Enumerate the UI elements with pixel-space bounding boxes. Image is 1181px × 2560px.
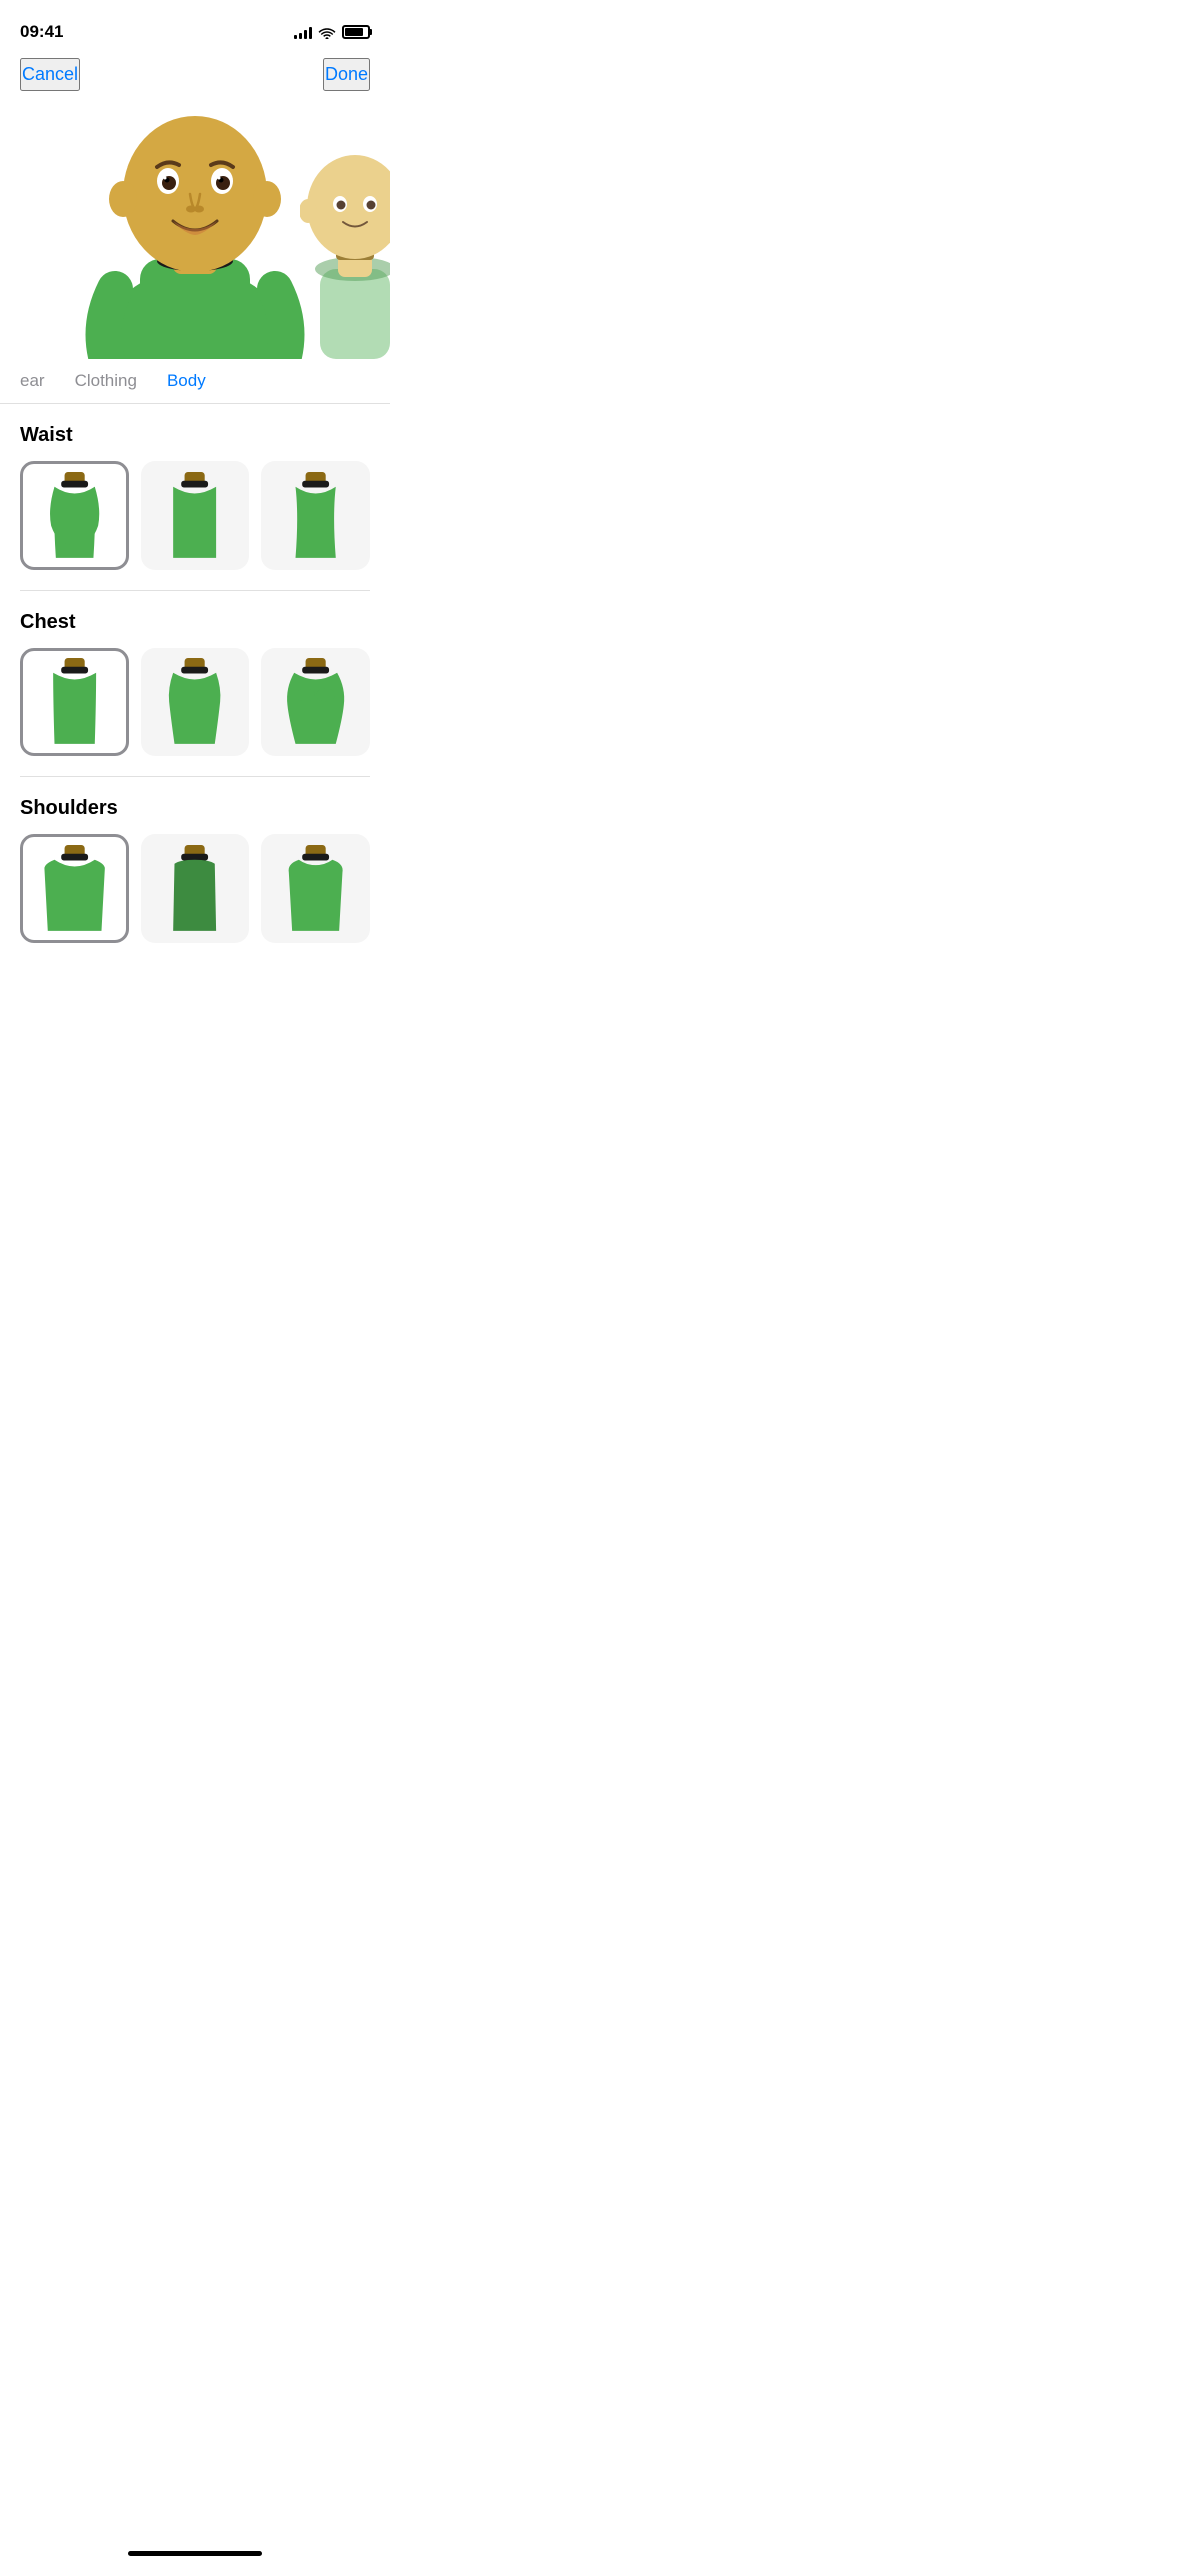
- shoulders-option-1[interactable]: [20, 834, 129, 943]
- done-button[interactable]: Done: [323, 58, 370, 91]
- tab-headwear[interactable]: ear: [20, 359, 45, 403]
- home-indicator: [0, 2543, 390, 2560]
- shoulders-option-3[interactable]: [261, 834, 370, 943]
- waist-options: [0, 461, 390, 590]
- chest-option-1[interactable]: [20, 648, 129, 757]
- shoulders-option-2[interactable]: [141, 834, 250, 943]
- status-bar: 09:41: [0, 0, 390, 50]
- waist-option-1[interactable]: [20, 461, 129, 570]
- status-time: 09:41: [20, 22, 63, 42]
- wifi-icon: [318, 25, 336, 39]
- signal-icon: [294, 25, 312, 39]
- shoulders-title: Shoulders: [0, 797, 390, 834]
- chest-options: [0, 648, 390, 777]
- waist-option-3[interactable]: [261, 461, 370, 570]
- shoulders-section: Shoulders: [0, 777, 390, 963]
- waist-option-2[interactable]: [141, 461, 250, 570]
- chest-section: Chest: [0, 591, 390, 777]
- waist-section: Waist: [0, 404, 390, 590]
- tab-bar: ear Clothing Body: [0, 359, 390, 404]
- battery-icon: [342, 25, 370, 39]
- chest-option-3[interactable]: [261, 648, 370, 757]
- cancel-button[interactable]: Cancel: [20, 58, 80, 91]
- avatar-secondary: [300, 139, 390, 359]
- shoulders-options: [0, 834, 390, 963]
- nav-bar: Cancel Done: [0, 50, 390, 99]
- spacer: [0, 963, 390, 1023]
- status-icons: [294, 25, 370, 39]
- tab-clothing[interactable]: Clothing: [75, 359, 137, 403]
- waist-title: Waist: [0, 424, 390, 461]
- tab-body[interactable]: Body: [167, 359, 206, 403]
- chest-title: Chest: [0, 611, 390, 648]
- home-bar: [128, 2551, 262, 2556]
- chest-option-2[interactable]: [141, 648, 250, 757]
- avatar-preview: [0, 99, 390, 359]
